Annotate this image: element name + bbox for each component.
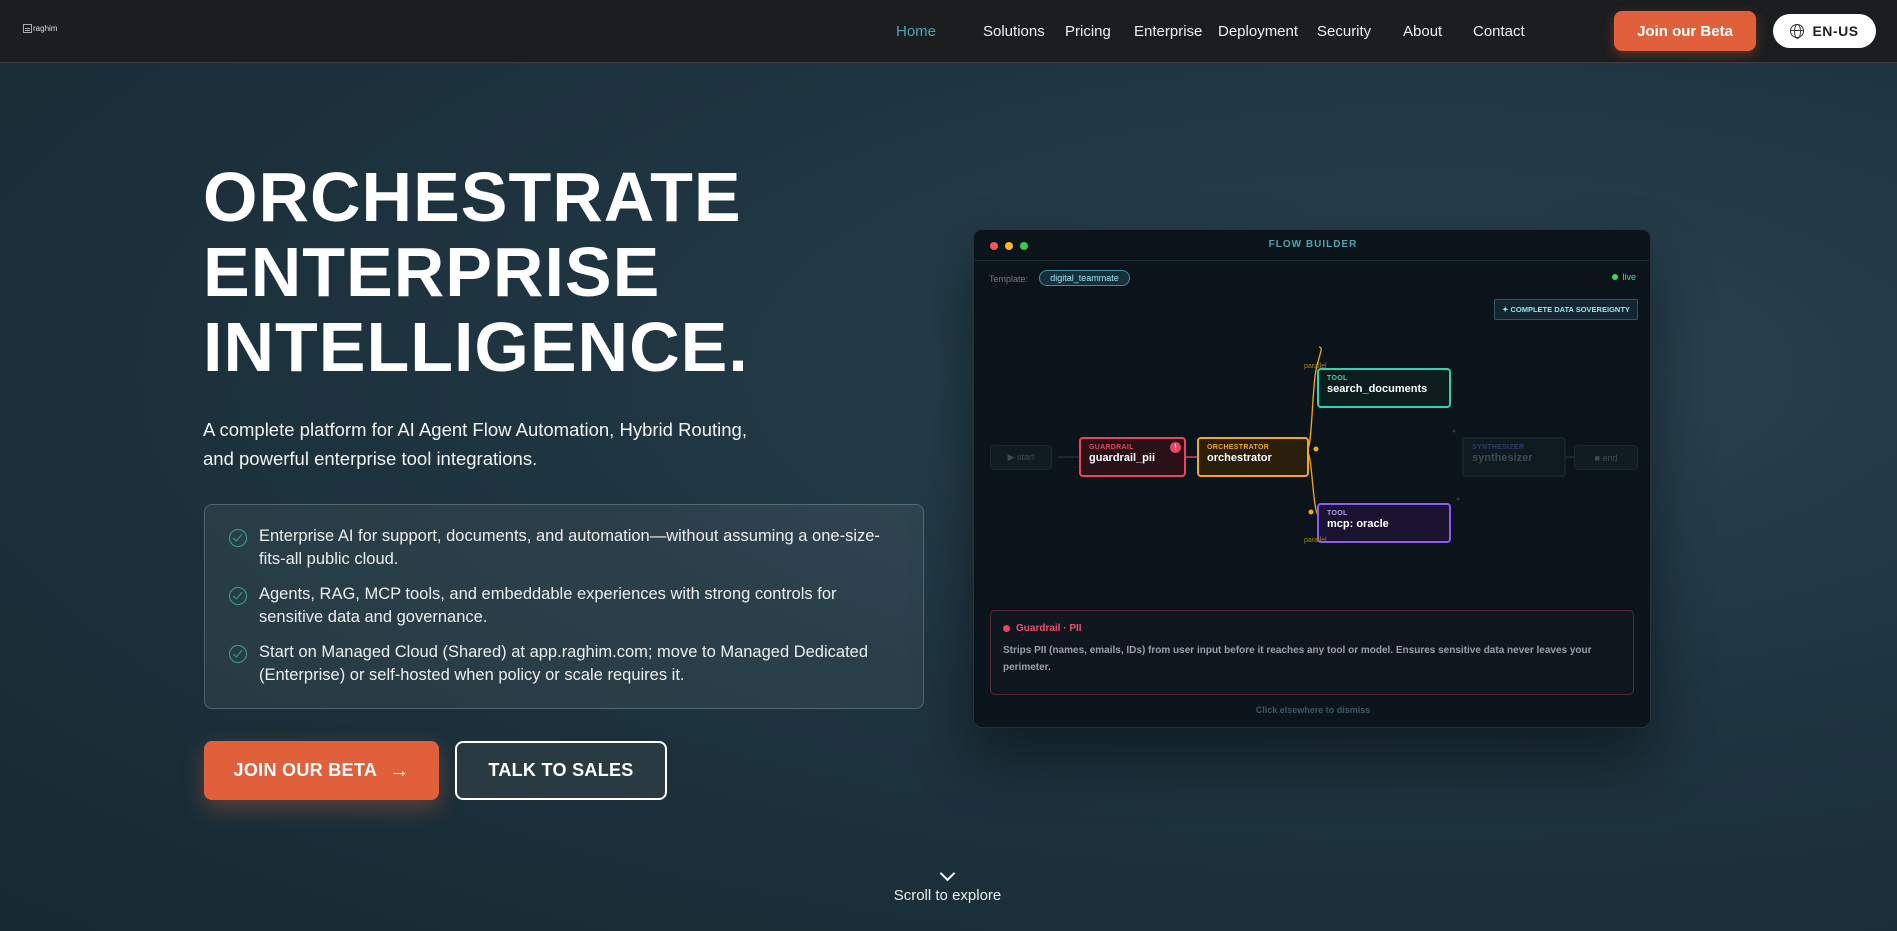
info-panel-body: Strips PII (names, emails, IDs) from use… [1003, 645, 1592, 673]
join-beta-nav-button[interactable]: Join our Beta [1614, 11, 1756, 51]
scroll-hint-label: Scroll to explore [893, 887, 1002, 904]
info-panel-title: Guardrail · PII [1016, 623, 1082, 634]
node-info-panel: Guardrail · PII Strips PII (names, email… [990, 610, 1634, 695]
language-label: EN-US [1812, 23, 1859, 39]
logo-text: raghim [33, 24, 58, 33]
hero-title-line: ENTERPRISE [203, 233, 661, 311]
edge-junction [1308, 509, 1314, 515]
nav-link-home[interactable]: Home [896, 23, 959, 40]
edge-junction [1456, 497, 1460, 501]
hero-subtitle-line: and powerful enterprise tool integration… [203, 448, 538, 469]
flow-builder-window: FLOW BUILDER Template: digital_teammate … [973, 229, 1651, 728]
info-panel-header: Guardrail · PII [1003, 623, 1621, 634]
nav-link-solutions[interactable]: Solutions [983, 23, 1045, 40]
node-kind-label: ORCHESTRATOR [1207, 444, 1270, 451]
status-dot-icon [1003, 625, 1010, 632]
nav-link-pricing[interactable]: Pricing [1065, 23, 1112, 40]
node-name-label: synthesizer [1472, 452, 1533, 464]
node-name-label: orchestrator [1207, 452, 1272, 464]
hero-subtitle-line: A complete platform for AI Agent Flow Au… [203, 419, 747, 440]
dismiss-hint: Click elsewhere to dismiss [1255, 705, 1371, 715]
nav-link-deployment[interactable]: Deployment [1218, 23, 1298, 40]
nav-links: Home Solutions Pricing Enterprise Deploy… [896, 0, 1525, 63]
node-tool-oracle[interactable]: TOOL mcp: oracle [1317, 503, 1451, 543]
feature-text: Start on Managed Cloud (Shared) at app.r… [259, 643, 869, 684]
join-beta-button[interactable]: JOIN OUR BETA → [204, 741, 439, 800]
globe-icon [1790, 24, 1805, 39]
feature-text: Enterprise AI for support, documents, an… [259, 527, 880, 568]
nav-link-about[interactable]: About [1403, 23, 1443, 40]
node-name-label: search_documents [1327, 383, 1428, 395]
join-beta-label: JOIN OUR BETA [233, 760, 378, 780]
check-circle-icon [229, 645, 247, 663]
edge-junction [1313, 446, 1319, 452]
nav-link-security[interactable]: Security [1317, 23, 1372, 40]
alert-icon: ! [1170, 442, 1181, 453]
node-name-label: guardrail_pii [1089, 452, 1156, 464]
node-synthesizer[interactable]: SYNTHESIZER synthesizer [1462, 437, 1566, 477]
check-circle-icon [229, 529, 247, 547]
feature-item: Enterprise AI for support, documents, an… [229, 525, 899, 571]
scroll-hint[interactable]: Scroll to explore [880, 865, 1015, 904]
feature-list: Enterprise AI for support, documents, an… [204, 504, 924, 709]
node-orchestrator[interactable]: ORCHESTRATOR orchestrator [1197, 437, 1309, 477]
node-kind-label: SYNTHESIZER [1472, 444, 1525, 451]
logo[interactable]: raghim [23, 24, 57, 33]
node-start[interactable]: ▶ start [990, 445, 1052, 470]
node-kind-label: TOOL [1327, 510, 1348, 517]
node-tool-search-documents[interactable]: TOOL search_documents [1317, 368, 1451, 408]
node-guardrail[interactable]: GUARDRAIL guardrail_pii ! [1079, 437, 1186, 477]
feature-item: Agents, RAG, MCP tools, and embeddable e… [229, 583, 899, 629]
node-kind-label: TOOL [1327, 375, 1348, 382]
talk-to-sales-button[interactable]: TALK TO SALES [455, 741, 667, 800]
chevron-down-icon [939, 865, 956, 882]
nav-link-enterprise[interactable]: Enterprise [1134, 23, 1203, 40]
edge-label: parallel [1304, 537, 1327, 544]
check-circle-icon [229, 587, 247, 605]
hero-title-line: INTELLIGENCE. [203, 308, 749, 386]
node-name-label: mcp: oracle [1327, 518, 1389, 530]
edge-junction [1452, 429, 1456, 433]
language-selector[interactable]: EN-US [1773, 14, 1876, 48]
logo-icon [23, 24, 32, 33]
node-end[interactable]: ■ end [1574, 445, 1638, 470]
nav-link-contact[interactable]: Contact [1473, 23, 1525, 40]
arrow-right-icon: → [389, 759, 410, 782]
feature-item: Start on Managed Cloud (Shared) at app.r… [229, 641, 899, 687]
hero-title-line: ORCHESTRATE [203, 158, 742, 236]
hero-subtitle: A complete platform for AI Agent Flow Au… [203, 415, 783, 473]
hero-title: ORCHESTRATE ENTERPRISE INTELLIGENCE. [203, 160, 823, 385]
feature-text: Agents, RAG, MCP tools, and embeddable e… [259, 585, 837, 626]
top-navbar: raghim Home Solutions Pricing Enterprise… [0, 0, 1897, 63]
